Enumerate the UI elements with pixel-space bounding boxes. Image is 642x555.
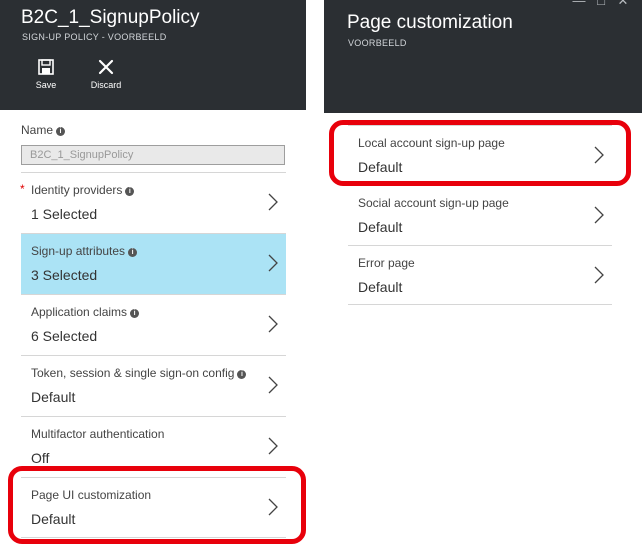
list-item-label: Token, session & single sign-on config i (31, 366, 247, 380)
close-icon (98, 59, 114, 75)
page-customization-list: Local account sign-up page Default Socia… (348, 125, 612, 305)
info-icon[interactable]: i (125, 187, 135, 196)
name-field[interactable] (21, 145, 285, 165)
list-item-application-claims[interactable]: Application claims i 6 Selected (21, 294, 286, 355)
list-item-label: Local account sign-up page (358, 136, 505, 150)
name-label-text: Name (21, 123, 54, 137)
page-customization-header: — □ ✕ Page customization VOORBEELD (324, 0, 642, 113)
policy-blade-header: B2C_1_SignupPolicy SIGN-UP POLICY - VOOR… (0, 0, 306, 110)
blade-subtitle: SIGN-UP POLICY - VOORBEELD (22, 32, 167, 42)
discard-button[interactable]: Discard (83, 58, 129, 90)
chevron-right-icon (594, 266, 604, 284)
close-icon[interactable]: ✕ (612, 0, 634, 9)
list-item-sign-up-attributes[interactable]: Sign-up attributes i 3 Selected (21, 233, 286, 294)
list-item-local-account-sign-up-page[interactable]: Local account sign-up page Default (348, 125, 612, 185)
maximize-icon[interactable]: □ (590, 0, 612, 8)
list-item-value: 1 Selected (31, 206, 98, 222)
policy-blade: B2C_1_SignupPolicy SIGN-UP POLICY - VOOR… (0, 0, 306, 555)
minimize-icon[interactable]: — (568, 0, 590, 8)
page-customization-blade: — □ ✕ Page customization VOORBEELD Local a… (324, 0, 642, 555)
info-icon[interactable]: i (237, 370, 247, 379)
chevron-right-icon (268, 376, 278, 394)
list-item-label: Page UI customization (31, 488, 152, 502)
list-item-identity-providers[interactable]: * Identity providers i 1 Selected (20, 172, 286, 233)
info-icon[interactable]: i (56, 127, 66, 136)
list-item-value: Default (358, 219, 403, 235)
list-item-label: Identity providers i (31, 183, 135, 197)
blade-title: Page customization (347, 12, 513, 33)
list-item-value: Default (358, 159, 403, 175)
discard-label: Discard (90, 80, 122, 90)
list-item-label: Multifactor authentication (31, 427, 165, 441)
chevron-right-icon (268, 254, 278, 272)
list-item-value: Off (31, 450, 50, 466)
list-item-social-account-sign-up-page[interactable]: Social account sign-up page Default (348, 185, 612, 245)
blade-subtitle: VOORBEELD (348, 38, 407, 48)
chevron-right-icon (268, 315, 278, 333)
save-label: Save (35, 80, 57, 90)
chevron-right-icon (594, 146, 604, 164)
save-button[interactable]: Save (23, 58, 69, 90)
window-controls: — □ ✕ (568, 0, 634, 10)
list-item-multifactor-authentication[interactable]: Multifactor authentication Off (21, 416, 286, 477)
chevron-right-icon (268, 193, 278, 211)
policy-settings-list: * Identity providers i 1 Selected Sign-up… (20, 172, 286, 538)
list-item-value: Default (31, 511, 76, 527)
chevron-right-icon (594, 206, 604, 224)
list-item-label: Application claims i (31, 305, 140, 319)
list-item-label: Error page (358, 256, 415, 270)
name-field-label: Name i (21, 123, 66, 137)
list-item-value: Default (31, 389, 76, 405)
list-item-value: 3 Selected (31, 267, 98, 283)
list-item-label: Sign-up attributes i (31, 244, 138, 258)
list-item-value: Default (358, 279, 403, 295)
info-icon[interactable]: i (128, 248, 138, 257)
list-item-page-ui-customization[interactable]: Page UI customization Default (21, 477, 286, 538)
info-icon[interactable]: i (130, 309, 140, 318)
list-item-value: 6 Selected (31, 328, 98, 344)
chevron-right-icon (268, 498, 278, 516)
save-icon (38, 59, 54, 75)
chevron-right-icon (268, 437, 278, 455)
required-marker: * (20, 182, 25, 196)
list-item-label: Social account sign-up page (358, 196, 509, 210)
blade-title: B2C_1_SignupPolicy (21, 7, 200, 28)
list-item-token-session-config[interactable]: Token, session & single sign-on config i … (21, 355, 286, 416)
list-item-error-page[interactable]: Error page Default (348, 245, 612, 305)
